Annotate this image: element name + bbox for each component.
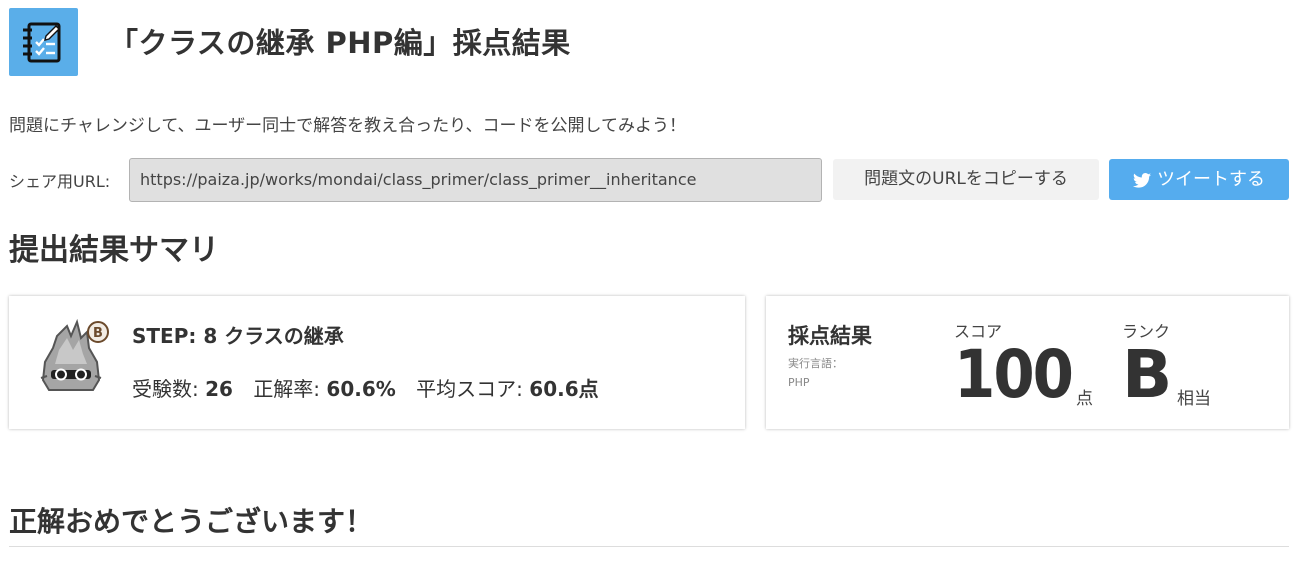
paiza-mascot-rank-b-icon: B <box>37 318 111 400</box>
copy-url-button[interactable]: 問題文のURLをコピーする <box>833 159 1099 200</box>
rank-value: B <box>1122 336 1173 413</box>
congrats-heading: 正解おめでとうございます！ <box>9 505 374 538</box>
page-title: 「クラスの継承 PHP編」採点結果 <box>109 26 571 60</box>
avg-score-label: 平均スコア: <box>416 377 523 401</box>
avg-score-value: 60.6点 <box>529 377 599 401</box>
language-value: PHP <box>788 376 810 389</box>
step-title: STEP: 8 クラスの継承 <box>132 324 344 348</box>
summary-section-title: 提出結果サマリ <box>9 233 219 268</box>
tweet-button[interactable]: ツイートする <box>1109 159 1289 200</box>
intro-text: 問題にチャレンジして、ユーザー同士で解答を教え合ったり、コードを公開してみよう！ <box>9 116 686 136</box>
tweet-button-label: ツイートする <box>1157 169 1265 190</box>
score-unit: 点 <box>1076 389 1093 409</box>
result-page: 「クラスの継承 PHP編」採点結果 問題にチャレンジして、ユーザー同士で解答を教… <box>0 0 1300 564</box>
score-card-heading: 採点結果 <box>788 324 872 348</box>
notebook-checklist-icon <box>9 8 78 76</box>
section-divider <box>9 546 1289 547</box>
language-label: 実行言語： <box>788 357 843 370</box>
accuracy-value: 60.6% <box>326 377 396 401</box>
rank-badge: B <box>93 326 103 341</box>
score-value: 100 <box>954 336 1074 413</box>
share-url-label: シェア用URL: <box>9 172 111 191</box>
examinees-label: 受験数: <box>132 377 199 401</box>
step-summary-card: B STEP: 8 クラスの継承 受験数: 26 正解率: 60.6% 平均スコ… <box>9 296 745 429</box>
twitter-bird-icon <box>1133 169 1157 190</box>
accuracy-label: 正解率: <box>253 377 321 401</box>
rank-suffix: 相当 <box>1177 389 1211 409</box>
share-url-field[interactable]: https://paiza.jp/works/mondai/class_prim… <box>129 158 822 202</box>
examinees-value: 26 <box>205 377 233 401</box>
step-stats: 受験数: 26 正解率: 60.6% 平均スコア: 60.6点 <box>132 373 613 402</box>
score-result-card: 採点結果 実行言語： PHP スコア 100 点 ランク B 相当 <box>766 296 1289 429</box>
